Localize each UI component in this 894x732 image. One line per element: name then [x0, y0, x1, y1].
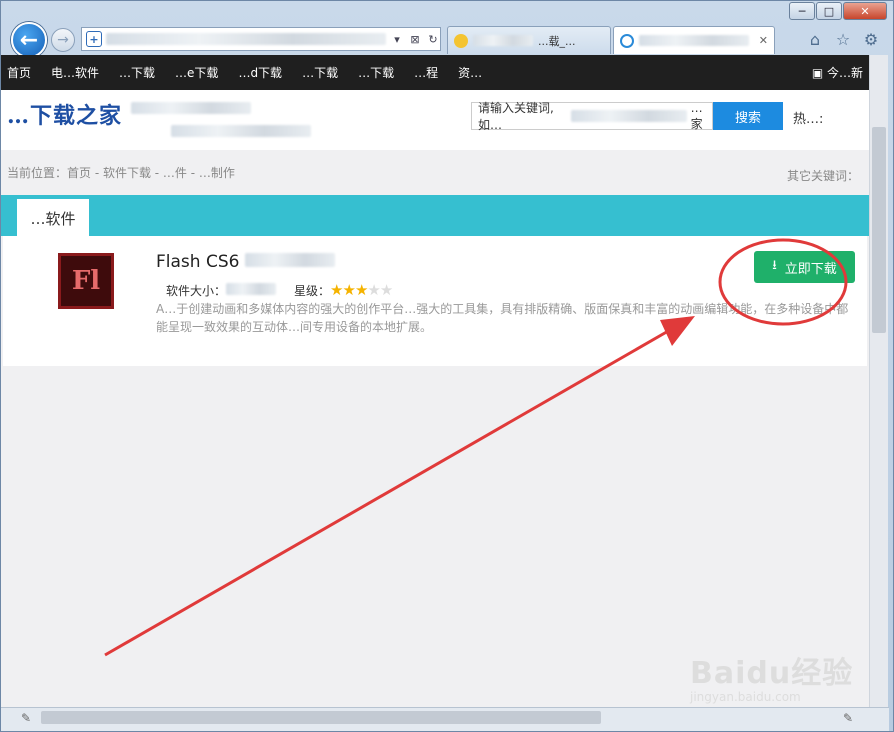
site-header: …下载之家 请输入关键词,如… …家 搜索 热…:: [1, 90, 869, 150]
browser-tab-1[interactable]: ...载_...: [447, 26, 611, 54]
url-text-blurred: [106, 33, 386, 45]
search-button[interactable]: 搜索: [713, 102, 783, 130]
refresh-icon[interactable]: ↻: [426, 33, 440, 46]
favorites-star-icon[interactable]: ☆: [833, 29, 853, 49]
compat-icon[interactable]: ⊠: [408, 33, 422, 46]
rating-stars: ★★★★★: [330, 281, 393, 299]
browser-toolbar-right: ⌂ ☆ ⚙: [805, 29, 881, 49]
maximize-button[interactable]: □: [816, 2, 842, 20]
calendar-icon: ▣: [811, 66, 827, 80]
minimize-button[interactable]: ─: [789, 2, 815, 20]
tab-title: ...载_...: [538, 34, 576, 48]
arrow-right-icon: →: [57, 32, 69, 48]
forward-button[interactable]: →: [51, 28, 75, 52]
rating: 星级：★★★★★: [294, 281, 393, 299]
nav-item[interactable]: 资…: [458, 64, 482, 81]
nav-item[interactable]: 电…软件: [51, 64, 99, 81]
nav-item[interactable]: …d下载: [238, 64, 282, 81]
search-tail: …家: [690, 100, 703, 131]
nav-right-label: 今…新: [826, 66, 863, 80]
hot-keywords-label: 热…:: [793, 112, 824, 127]
app-title[interactable]: Flash CS6: [156, 252, 335, 272]
search-dropdown-icon[interactable]: ▾: [390, 33, 404, 46]
settings-gear-icon[interactable]: ⚙: [861, 29, 881, 49]
browser-tab-active[interactable]: ✕: [613, 26, 775, 54]
status-icon: ✎: [21, 711, 32, 725]
download-icon: ⭳: [772, 258, 777, 273]
nav-item[interactable]: …下载: [358, 64, 394, 81]
resize-grip-icon: ✎: [843, 711, 854, 725]
scroll-thumb[interactable]: [872, 127, 886, 333]
breadcrumb-text[interactable]: 当前位置：首页 - 软件下载 - …件 - …制作: [7, 164, 235, 181]
size-label: 软件大小：: [166, 283, 227, 298]
site-shield-icon: +: [86, 31, 102, 47]
app-card: Fl Flash CS6 软件大小： 星级：★★★★★ A…于创建动画和多媒体内…: [3, 236, 867, 366]
close-button[interactable]: ✕: [843, 2, 887, 20]
file-size: 软件大小：: [166, 282, 277, 299]
nav-item[interactable]: …下载: [302, 64, 338, 81]
horizontal-scrollbar[interactable]: ✎ ✎: [1, 707, 889, 731]
nav-today-new[interactable]: ▣ 今…新: [812, 64, 863, 81]
app-title-text: Flash CS6: [156, 252, 240, 272]
site-slogan: [131, 102, 311, 140]
search-input[interactable]: 请输入关键词,如… …家: [471, 100, 713, 132]
hscroll-thumb[interactable]: [41, 711, 601, 724]
address-bar[interactable]: + ▾ ⊠ ↻: [81, 27, 441, 51]
search-placeholder: 请输入关键词,如…: [478, 101, 554, 132]
star-filled-icon: ★: [342, 281, 355, 299]
window-caption-buttons: ─ □ ✕: [788, 2, 887, 20]
site-logo[interactable]: …下载之家: [7, 98, 122, 130]
home-icon[interactable]: ⌂: [805, 29, 825, 49]
nav-item[interactable]: …下载: [119, 64, 155, 81]
site-top-nav: 首页 电…软件 …下载 …e下载 …d下载 …下载 …下载 …程 资… ▣ 今……: [1, 55, 869, 90]
baidu-watermark: Baidu经验: [690, 656, 854, 691]
download-label: 立即下载: [784, 261, 837, 277]
nav-item[interactable]: …程: [414, 64, 438, 81]
app-meta: 软件大小： 星级：★★★★★: [166, 281, 393, 299]
arrow-left-icon: ←: [19, 27, 39, 53]
vertical-scrollbar[interactable]: [869, 55, 888, 707]
other-keywords: 其它关键词：: [786, 169, 859, 183]
rating-label: 星级：: [294, 284, 331, 298]
nav-item-home[interactable]: 首页: [7, 64, 31, 81]
tab-close-icon[interactable]: ✕: [759, 34, 768, 47]
star-empty-icon: ★: [367, 281, 380, 299]
app-description: A…于创建动画和多媒体内容的强大的创作平台…强大的工具集，具有排版精确、版面保真…: [156, 302, 849, 334]
star-filled-icon: ★: [354, 281, 368, 299]
tab-title-blurred: [639, 35, 749, 46]
flash-app-icon[interactable]: Fl: [58, 253, 114, 309]
app-title-blurred: [244, 253, 335, 267]
back-button[interactable]: ←: [11, 22, 47, 58]
web-page: 首页 电…软件 …下载 …e下载 …d下载 …下载 …下载 …程 资… ▣ 今……: [1, 55, 869, 707]
star-empty-icon: ★: [379, 281, 393, 299]
search-blurred: [570, 110, 687, 122]
star-filled-icon: ★: [330, 281, 343, 299]
breadcrumb: 当前位置：首页 - 软件下载 - …件 - …制作 其它关键词：: [1, 150, 869, 195]
tab-title-blurred: [473, 35, 533, 46]
tab-favicon-icon: [454, 33, 468, 48]
ie-icon: [620, 33, 634, 48]
watermark-url: jingyan.baidu.com: [690, 690, 801, 704]
download-now-button[interactable]: ⭳ 立即下载: [754, 251, 855, 283]
section-band: …软件: [1, 195, 869, 237]
nav-item[interactable]: …e下载: [175, 64, 218, 81]
tab-software[interactable]: …软件: [17, 199, 89, 237]
